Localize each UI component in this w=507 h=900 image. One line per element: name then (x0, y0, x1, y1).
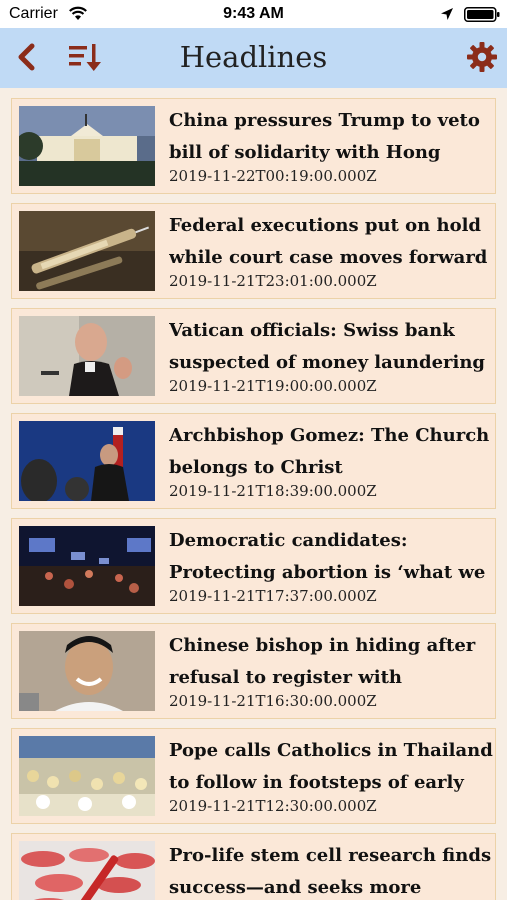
headline-title: Archbishop Gomez: The Church belongs to … (169, 425, 490, 478)
headline-card[interactable]: China pressures Trump to veto bill of so… (11, 98, 496, 194)
headline-thumbnail (19, 211, 155, 291)
headline-title: China pressures Trump to veto bill of so… (169, 110, 480, 163)
headline-date: 2019-11-21T17:37:00.000Z (169, 587, 377, 605)
headline-thumbnail (19, 421, 155, 501)
headline-card[interactable]: Chinese bishop in hiding after refusal t… (11, 623, 496, 719)
headline-card[interactable]: Democratic candidates: Protecting aborti… (11, 518, 496, 614)
headline-title: Pope calls Catholics in Thailand to foll… (169, 740, 493, 793)
headline-thumbnail (19, 316, 155, 396)
headline-card[interactable]: Federal executions put on hold while cou… (11, 203, 496, 299)
headline-date: 2019-11-21T16:30:00.000Z (169, 692, 377, 710)
headline-title: Federal executions put on hold while cou… (169, 215, 488, 268)
headline-thumbnail (19, 736, 155, 816)
headline-date: 2019-11-21T18:39:00.000Z (169, 482, 377, 500)
headline-card[interactable]: Pope calls Catholics in Thailand to foll… (11, 728, 496, 824)
headline-date: 2019-11-21T19:00:00.000Z (169, 377, 377, 395)
status-time: 9:43 AM (223, 5, 284, 22)
navigation-bar: Headlines (0, 28, 507, 88)
headline-title: Democratic candidates: Protecting aborti… (169, 530, 486, 583)
headline-card[interactable]: Pro-life stem cell research finds succes… (11, 833, 496, 900)
headline-date: 2019-11-21T23:01:00.000Z (169, 272, 377, 290)
gear-icon[interactable] (466, 41, 498, 73)
headline-thumbnail (19, 631, 155, 711)
headline-thumbnail (19, 841, 155, 900)
headline-title: Pro-life stem cell research finds succes… (169, 845, 492, 898)
headline-card[interactable]: Archbishop Gomez: The Church belongs to … (11, 413, 496, 509)
headline-date: 2019-11-22T00:19:00.000Z (169, 167, 377, 185)
battery-icon (464, 7, 500, 22)
headline-list[interactable]: China pressures Trump to veto bill of so… (0, 88, 507, 900)
headline-thumbnail (19, 106, 155, 186)
headline-card[interactable]: Vatican officials: Swiss bank suspected … (11, 308, 496, 404)
headline-title: Vatican officials: Swiss bank suspected … (169, 320, 486, 373)
headline-thumbnail (19, 526, 155, 606)
location-arrow-icon (441, 8, 453, 20)
headline-date: 2019-11-21T12:30:00.000Z (169, 797, 377, 815)
page-title: Headlines (179, 40, 328, 74)
status-bar: Carrier 9:43 AM (0, 0, 507, 28)
headline-title: Chinese bishop in hiding after refusal t… (169, 635, 476, 688)
